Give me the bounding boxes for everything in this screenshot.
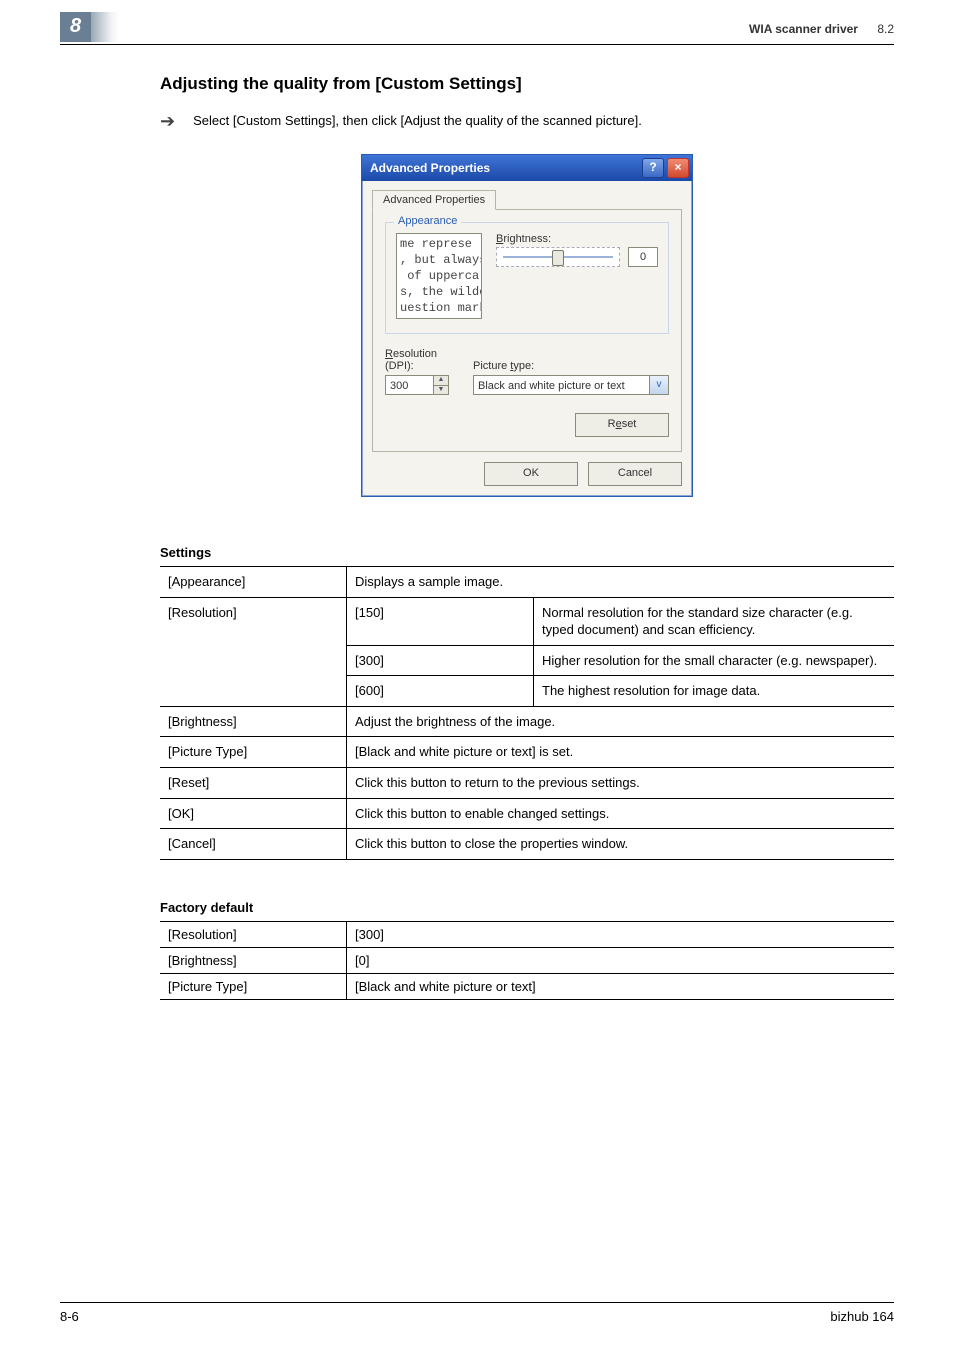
header-rule	[60, 44, 894, 45]
advanced-properties-dialog: Advanced Properties ? × Advanced Propert…	[361, 154, 693, 497]
table-row: [Picture Type] [Black and white picture …	[160, 737, 894, 768]
running-head-section: 8.2	[877, 22, 894, 36]
running-head-title: WIA scanner driver	[749, 22, 858, 36]
brightness-label: Brightness:	[496, 233, 658, 245]
picture-type-label: Picture type:	[473, 360, 669, 372]
close-icon[interactable]: ×	[667, 158, 689, 178]
cancel-button[interactable]: Cancel	[588, 462, 682, 486]
instruction-row: ➔ Select [Custom Settings], then click […	[160, 112, 894, 130]
arrow-icon: ➔	[160, 112, 175, 130]
chevron-down-icon[interactable]: v	[649, 375, 669, 395]
picture-type-group: Picture type: Black and white picture or…	[473, 360, 669, 395]
chapter-tab-shade	[91, 12, 119, 42]
brightness-slider[interactable]	[496, 247, 620, 267]
settings-table: [Appearance] Displays a sample image. [R…	[160, 566, 894, 859]
brightness-group: Brightness: 0	[496, 233, 658, 267]
table-row: [Resolution] [150] Normal resolution for…	[160, 597, 894, 645]
tab-panel: Appearance me represe , but always of up…	[372, 209, 682, 452]
table-row: [Picture Type] [Black and white picture …	[160, 973, 894, 999]
help-icon[interactable]: ?	[642, 158, 664, 178]
instruction-text: Select [Custom Settings], then click [Ad…	[193, 112, 642, 130]
ok-button[interactable]: OK	[484, 462, 578, 486]
defaults-table: [Resolution] [300] [Brightness] [0] [Pic…	[160, 921, 894, 1000]
reset-button[interactable]: Reset	[575, 413, 669, 437]
resolution-value[interactable]: 300	[385, 375, 433, 395]
slider-knob-icon[interactable]	[552, 250, 564, 266]
content: Adjusting the quality from [Custom Setti…	[160, 18, 894, 1000]
running-head: WIA scanner driver 8.2	[749, 22, 894, 36]
brightness-value-input[interactable]: 0	[628, 247, 658, 267]
spinner-down-icon[interactable]: ▼	[433, 386, 449, 396]
page: 8 WIA scanner driver 8.2 Adjusting the q…	[0, 0, 954, 1350]
dialog-body: Advanced Properties Appearance me repres…	[362, 181, 692, 496]
appearance-preview: me represe , but always of upperca s, th…	[396, 233, 482, 319]
footer-product-name: bizhub 164	[830, 1309, 894, 1324]
defaults-caption: Factory default	[160, 900, 894, 915]
table-row: [Appearance] Displays a sample image.	[160, 567, 894, 598]
fieldset-legend: Appearance	[394, 215, 461, 227]
page-footer: 8-6 bizhub 164	[60, 1302, 894, 1324]
fieldset-appearance: Appearance me represe , but always of up…	[385, 222, 669, 334]
footer-page-number: 8-6	[60, 1309, 79, 1324]
picture-type-value: Black and white picture or text	[473, 375, 649, 395]
resolution-spinner[interactable]: 300 ▲ ▼	[385, 375, 449, 395]
resolution-group: Resolution (DPI): 300 ▲ ▼	[385, 348, 449, 395]
table-row: [Cancel] Click this button to close the …	[160, 829, 894, 860]
picture-type-combobox[interactable]: Black and white picture or text v	[473, 375, 669, 395]
table-row: [OK] Click this button to enable changed…	[160, 798, 894, 829]
chapter-number: 8	[60, 12, 91, 42]
table-row: [Brightness] [0]	[160, 947, 894, 973]
resolution-picturetype-row: Resolution (DPI): 300 ▲ ▼	[385, 348, 669, 395]
settings-caption: Settings	[160, 545, 894, 560]
dialog-illustration: Advanced Properties ? × Advanced Propert…	[160, 154, 894, 497]
resolution-label: Resolution (DPI):	[385, 348, 449, 372]
chapter-tab: 8	[60, 12, 119, 42]
table-row: [Reset] Click this button to return to t…	[160, 768, 894, 799]
table-row: [Brightness] Adjust the brightness of th…	[160, 706, 894, 737]
dialog-title: Advanced Properties	[370, 161, 490, 175]
dialog-titlebar: Advanced Properties ? ×	[362, 155, 692, 181]
table-row: [Resolution] [300]	[160, 921, 894, 947]
spinner-up-icon[interactable]: ▲	[433, 375, 449, 386]
tab-advanced-properties[interactable]: Advanced Properties	[372, 190, 496, 210]
section-heading: Adjusting the quality from [Custom Setti…	[160, 74, 894, 94]
